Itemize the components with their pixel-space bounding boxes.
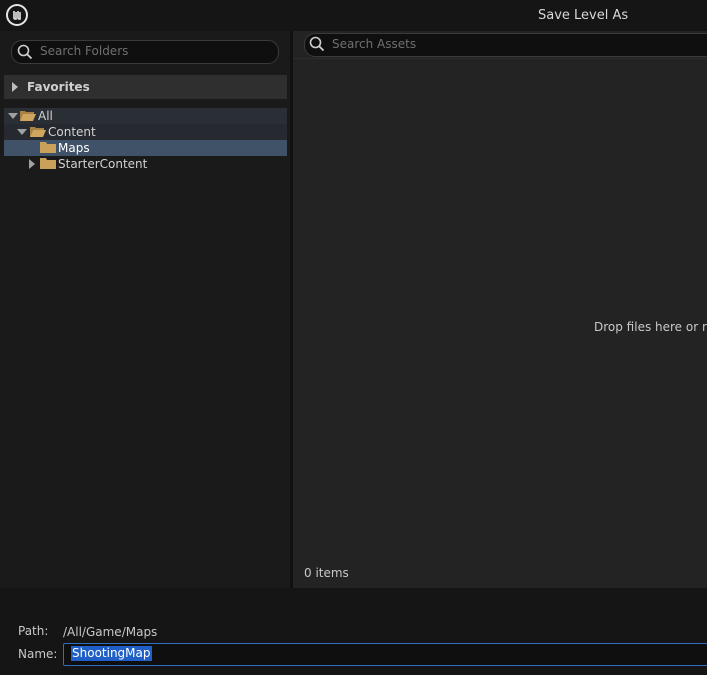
folder-icon <box>40 158 56 169</box>
name-input[interactable] <box>63 643 707 666</box>
path-value: /All/Game/Maps <box>63 625 158 639</box>
folder-open-icon <box>30 127 46 137</box>
tree-item-label: All <box>38 109 53 123</box>
tree-item-startercontent[interactable]: StarterContent <box>4 156 287 172</box>
name-input-value[interactable]: ShootingMap <box>71 646 152 661</box>
tree-item-label: StarterContent <box>58 157 148 171</box>
divider <box>293 58 707 59</box>
folder-icon <box>40 142 56 153</box>
search-assets-placeholder: Search Assets <box>332 37 417 51</box>
search-icon <box>309 36 325 52</box>
folder-open-icon <box>20 111 36 121</box>
chevron-down-icon[interactable] <box>17 129 27 135</box>
tree-item-all[interactable]: All <box>4 108 287 124</box>
asset-view <box>293 31 707 588</box>
favorites-label: Favorites <box>27 80 90 94</box>
tree-item-maps[interactable]: Maps <box>4 140 287 156</box>
folder-tree <box>4 104 287 584</box>
path-label: Path: <box>18 624 49 638</box>
unreal-logo-icon[interactable] <box>6 4 28 26</box>
window-title: Save Level As <box>538 8 629 23</box>
name-label: Name: <box>18 647 58 661</box>
search-icon <box>17 44 33 60</box>
drop-hint-text: Drop files here or ri <box>594 320 707 334</box>
tree-item-content[interactable]: Content <box>4 124 287 140</box>
tree-item-label: Maps <box>58 141 90 155</box>
items-count: 0 items <box>304 566 349 580</box>
chevron-right-icon[interactable] <box>12 82 18 92</box>
tree-item-label: Content <box>48 125 96 139</box>
search-folders-placeholder: Search Folders <box>40 44 129 58</box>
chevron-down-icon[interactable] <box>8 113 18 119</box>
chevron-right-icon[interactable] <box>29 159 35 169</box>
